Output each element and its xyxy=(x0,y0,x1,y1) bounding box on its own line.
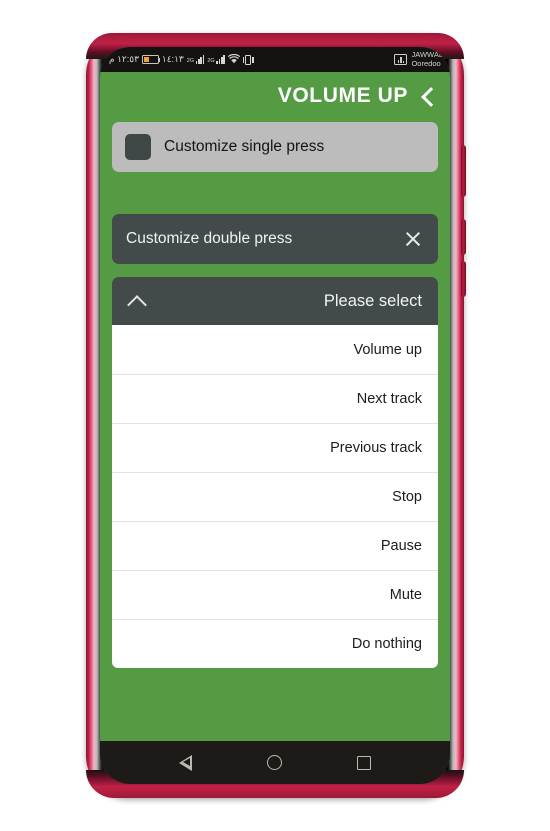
customize-double-press-row[interactable]: Customize double press xyxy=(112,214,438,264)
app-header: VOLUME UP xyxy=(100,72,450,120)
app-content: Customize single press Customize double … xyxy=(100,120,450,741)
status-bar-right-group: JAWWAL Ooredoo xyxy=(394,50,443,68)
list-item[interactable]: Volume up xyxy=(112,325,438,374)
list-item[interactable]: Pause xyxy=(112,521,438,570)
battery-icon xyxy=(141,55,161,64)
square-recents-icon[interactable] xyxy=(353,752,375,774)
circle-home-icon[interactable] xyxy=(264,752,286,774)
select-dropdown-header[interactable]: Please select xyxy=(112,277,438,325)
chevron-up-icon[interactable] xyxy=(126,294,148,308)
signal-bars-1 xyxy=(195,55,205,64)
status-bar-left-group: ١٢:٥٣ م ١٤:١٣ 2G 2G xyxy=(109,53,254,66)
select-selected-value: Please select xyxy=(323,291,422,310)
chevron-left-icon[interactable] xyxy=(419,88,436,105)
battery-percent-label: ١٤:١٣ xyxy=(161,54,184,64)
close-icon[interactable] xyxy=(404,230,422,248)
phone-bezel: ١٢:٥٣ م ١٤:١٣ 2G 2G JAWWAL Ooredoo VOLUM… xyxy=(100,47,450,784)
triangle-back-icon[interactable] xyxy=(175,752,197,774)
list-item[interactable]: Previous track xyxy=(112,423,438,472)
status-bar: ١٢:٥٣ م ١٤:١٣ 2G 2G JAWWAL Ooredoo xyxy=(100,47,450,72)
list-item[interactable]: Mute xyxy=(112,570,438,619)
volume-up-button[interactable] xyxy=(461,219,466,255)
page-title: VOLUME UP xyxy=(277,84,408,107)
select-options-list: Volume up Next track Previous track Stop… xyxy=(112,325,438,668)
network-type-label-2: 2G xyxy=(207,57,215,64)
single-press-swatch-icon xyxy=(125,134,151,160)
list-item[interactable]: Do nothing xyxy=(112,619,438,668)
wifi-icon xyxy=(227,53,241,66)
signal-bars-2 xyxy=(216,55,225,64)
android-navigation-bar xyxy=(100,741,450,784)
power-button[interactable] xyxy=(461,145,466,197)
list-item[interactable]: Next track xyxy=(112,374,438,423)
list-item[interactable]: Stop xyxy=(112,472,438,521)
network-type-label-1: 2G xyxy=(186,57,195,64)
volume-down-button[interactable] xyxy=(461,261,466,297)
carrier-name-line2: Ooredoo xyxy=(411,58,441,68)
status-time: ١٢:٥٣ م xyxy=(109,54,139,64)
signal-indicator-1: 2G xyxy=(187,55,205,64)
phone-screen: ١٢:٥٣ م ١٤:١٣ 2G 2G JAWWAL Ooredoo VOLUM… xyxy=(100,47,450,784)
phone-device: ١٢:٥٣ م ١٤:١٣ 2G 2G JAWWAL Ooredoo VOLUM… xyxy=(86,33,466,798)
signal-indicator-2: 2G xyxy=(207,55,225,64)
single-press-label: Customize single press xyxy=(164,138,325,155)
double-press-label: Customize double press xyxy=(126,230,293,247)
carrier-signal-icon xyxy=(394,54,408,65)
vibrate-icon xyxy=(242,54,254,65)
customize-single-press-card[interactable]: Customize single press xyxy=(112,122,438,172)
carrier-name: JAWWAL Ooredoo xyxy=(411,50,443,68)
